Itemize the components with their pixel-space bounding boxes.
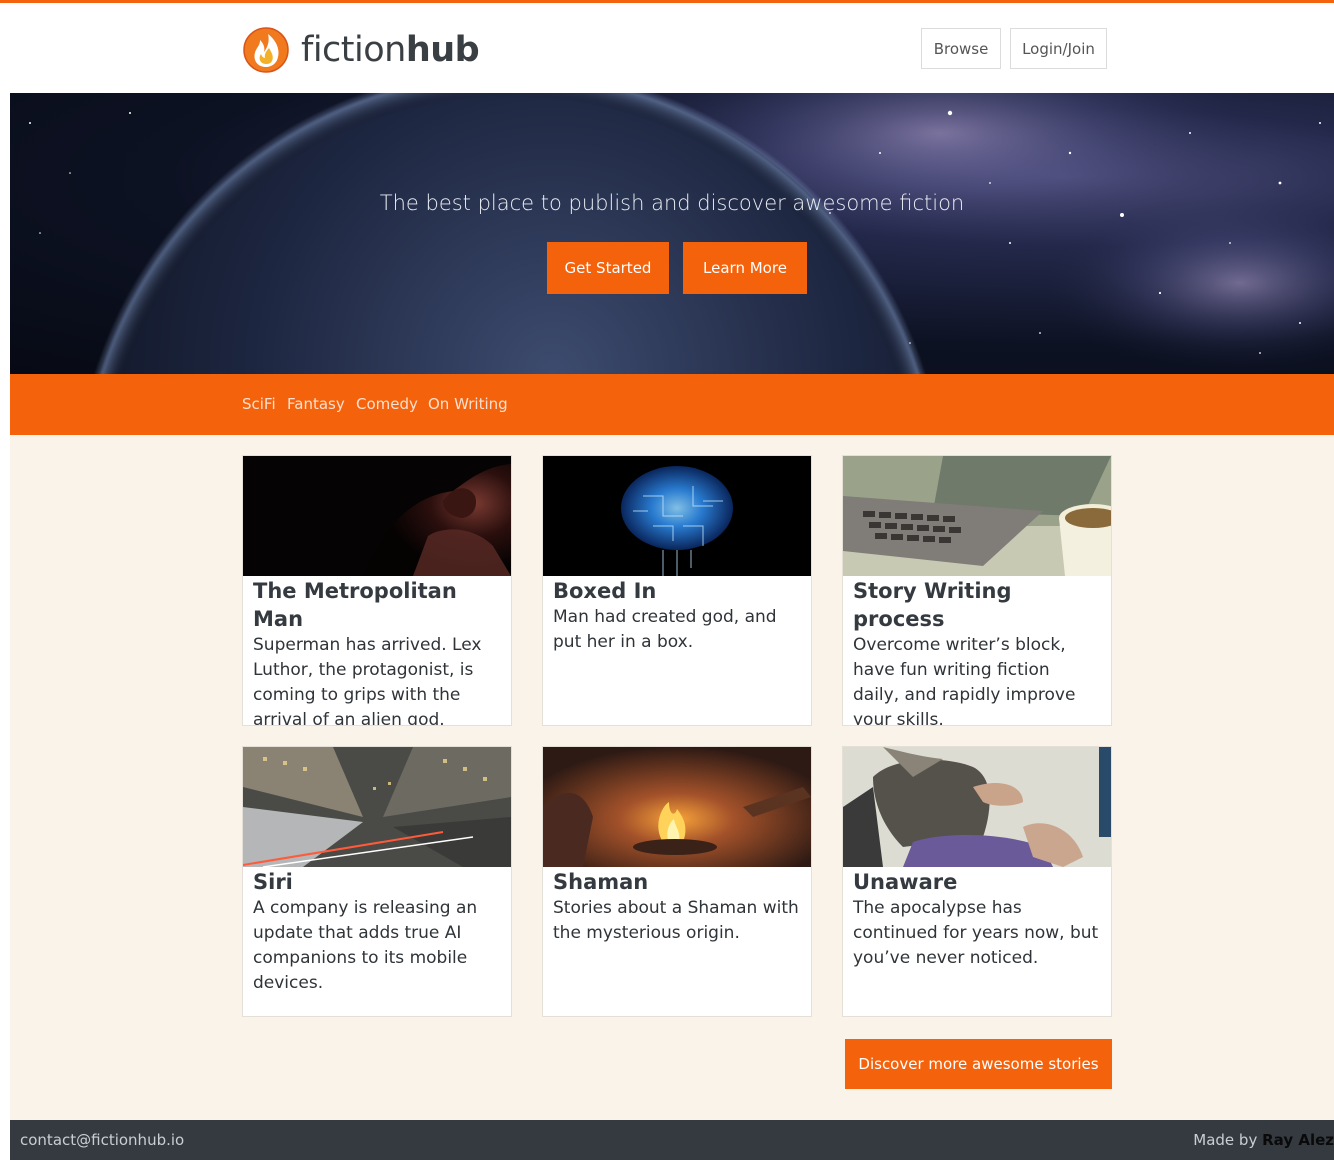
hero-banner: The best place to publish and discover a…: [10, 93, 1334, 374]
contact-email-link[interactable]: contact@fictionhub.io: [20, 1131, 184, 1149]
hero-tagline: The best place to publish and discover a…: [379, 191, 965, 215]
category-link-comedy[interactable]: Comedy: [356, 395, 418, 413]
category-link-on-writing[interactable]: On Writing: [428, 395, 508, 413]
logo-wordmark: fictionhub: [301, 30, 480, 70]
laptop-and-coffee-image: [843, 456, 1111, 576]
author-link[interactable]: Ray Alez: [1262, 1131, 1334, 1149]
story-title: Unaware: [853, 870, 958, 894]
story-title: Siri: [253, 870, 293, 894]
circuit-brain-image: [543, 456, 811, 576]
stories-section: The Metropolitan Man Superman has arrive…: [10, 435, 1334, 1120]
story-card[interactable]: Siri A company is releasing an update th…: [242, 746, 512, 1017]
discover-more-button[interactable]: Discover more awesome stories: [845, 1039, 1112, 1089]
story-description: Stories about a Shaman with the mysterio…: [553, 898, 799, 943]
get-started-button[interactable]: Get Started: [547, 242, 669, 294]
story-title: The Metropolitan Man: [253, 579, 457, 631]
campfire-image: [543, 747, 811, 867]
story-card[interactable]: The Metropolitan Man Superman has arrive…: [242, 455, 512, 726]
space-planet-background: [29, 93, 1334, 374]
story-title: Shaman: [553, 870, 649, 894]
story-card[interactable]: Boxed In Man had created god, and put he…: [542, 455, 812, 726]
made-by-credit: Made by Ray Alez: [1193, 1131, 1334, 1149]
superman-silhouette-image: [243, 456, 511, 576]
story-description: Superman has arrived. Lex Luthor, the pr…: [253, 635, 482, 726]
flame-logo-icon: [243, 27, 289, 73]
logo-text-bold: hub: [405, 30, 480, 70]
site-footer: contact@fictionhub.io Made by Ray Alez: [10, 1120, 1334, 1160]
story-title: Story Writing process: [853, 579, 1012, 631]
story-card[interactable]: Story Writing process Overcome writer’s …: [842, 455, 1112, 726]
browse-button[interactable]: Browse: [921, 28, 1001, 69]
category-bar: SciFi Fantasy Comedy On Writing: [10, 374, 1334, 435]
category-link-scifi[interactable]: SciFi: [242, 395, 276, 413]
story-title: Boxed In: [553, 579, 657, 603]
story-description: The apocalypse has continued for years n…: [853, 898, 1099, 968]
story-description: Man had created god, and put her in a bo…: [553, 607, 777, 652]
story-card[interactable]: Shaman Stories about a Shaman with the m…: [542, 746, 812, 1017]
category-link-fantasy[interactable]: Fantasy: [287, 395, 345, 413]
city-skyscrapers-image: [243, 747, 511, 867]
man-playing-game-image: [843, 747, 1111, 867]
made-by-prefix: Made by: [1193, 1131, 1258, 1149]
learn-more-button[interactable]: Learn More: [683, 242, 807, 294]
story-card[interactable]: Unaware The apocalypse has continued for…: [842, 746, 1112, 1017]
site-header: fictionhub Browse Login/Join: [0, 3, 1334, 93]
story-description: Overcome writer’s block, have fun writin…: [853, 635, 1076, 726]
logo-text-light: fiction: [301, 30, 406, 70]
login-join-button[interactable]: Login/Join: [1010, 28, 1107, 69]
site-logo[interactable]: fictionhub: [243, 25, 480, 75]
story-description: A company is releasing an update that ad…: [253, 898, 478, 993]
